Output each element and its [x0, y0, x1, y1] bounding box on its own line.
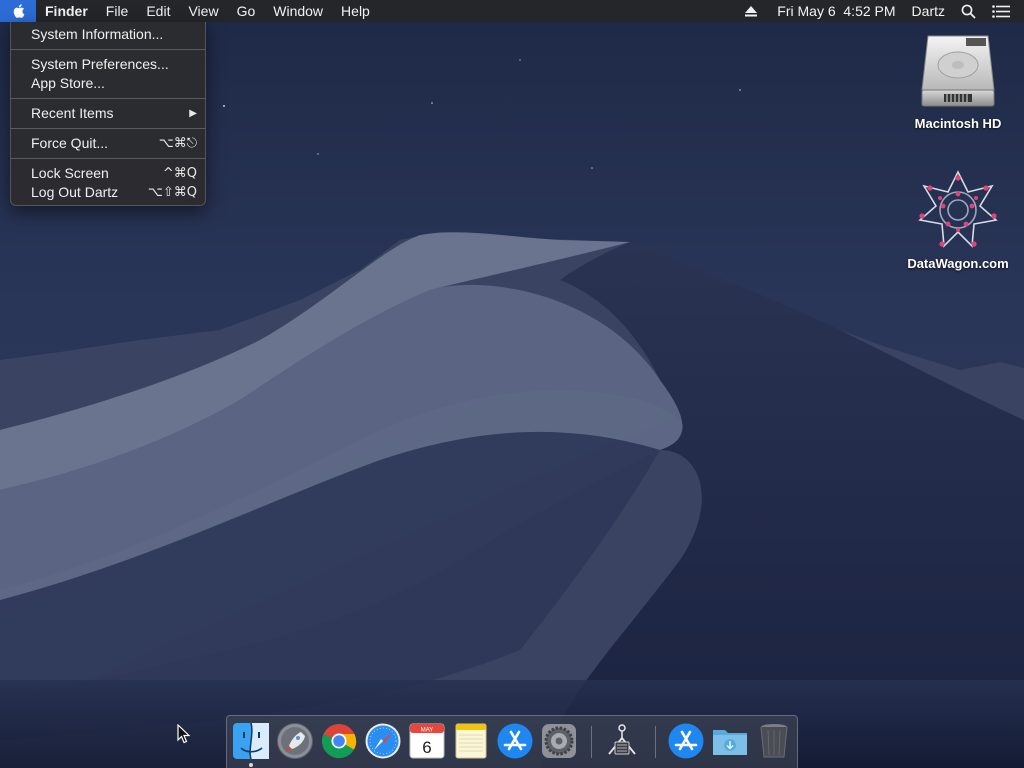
menu-item-system-information[interactable]: System Information...	[11, 25, 205, 44]
finder-icon[interactable]	[232, 722, 270, 760]
menu-item-label: Recent Items	[31, 105, 114, 121]
menu-help[interactable]: Help	[332, 0, 379, 22]
menu-separator	[11, 128, 205, 129]
apple-menu-dropdown: System Information... System Preferences…	[10, 22, 206, 206]
spotlight-search-icon[interactable]	[953, 0, 984, 22]
menu-item-label: Lock Screen	[31, 165, 109, 181]
menu-item-label: System Preferences...	[31, 56, 169, 72]
menu-bar-extras: Fri May 6 4:52 PM Dartz	[737, 0, 1024, 22]
apple-logo-icon	[13, 4, 25, 18]
safari-icon[interactable]	[364, 722, 402, 760]
calendar-day: 6	[422, 738, 431, 757]
menu-item-label: App Store...	[31, 75, 105, 91]
app-store-icon[interactable]	[667, 722, 705, 760]
menu-item-system-preferences[interactable]: System Preferences...	[11, 55, 205, 74]
running-indicator	[249, 763, 253, 767]
menu-edit[interactable]: Edit	[137, 0, 179, 22]
desktop-icon-datawagon[interactable]: DataWagon.com	[903, 170, 1013, 271]
submenu-arrow-icon: ▶	[189, 108, 197, 119]
menu-item-label: Force Quit...	[31, 135, 109, 151]
desktop-icon-label: DataWagon.com	[907, 256, 1009, 271]
menu-item-shortcut: ⌥⇧⌘Q	[147, 185, 197, 200]
app-store-icon[interactable]	[496, 722, 534, 760]
menu-window[interactable]: Window	[264, 0, 332, 22]
chrome-icon[interactable]	[320, 722, 358, 760]
menu-separator	[11, 98, 205, 99]
hard-drive-icon	[921, 35, 995, 107]
desktop-icon-macintosh-hd[interactable]: Macintosh HD	[903, 32, 1013, 131]
menu-view[interactable]: View	[179, 0, 227, 22]
menu-item-label: System Information...	[31, 26, 164, 42]
menu-app-name[interactable]: Finder	[36, 0, 97, 22]
desktop: Finder File Edit View Go Window Help Fri…	[0, 0, 1024, 768]
menu-item-lock-screen[interactable]: Lock Screen ^⌘Q	[11, 164, 205, 183]
notification-center-icon[interactable]	[984, 0, 1024, 22]
menu-go[interactable]: Go	[228, 0, 265, 22]
dock: MAY 6	[226, 715, 798, 768]
dock-separator	[655, 726, 656, 758]
menu-item-recent-items[interactable]: Recent Items ▶	[11, 104, 205, 123]
menu-item-log-out[interactable]: Log Out Dartz ⌥⇧⌘Q	[11, 183, 205, 202]
menu-item-shortcut: ⌥⌘⎋	[158, 136, 197, 151]
dock-separator	[591, 726, 592, 758]
downloads-folder-icon[interactable]	[711, 722, 749, 760]
calendar-month: MAY	[421, 728, 434, 734]
calendar-icon[interactable]: MAY 6	[408, 722, 446, 760]
eject-icon[interactable]	[737, 0, 765, 22]
desktop-icon-label: Macintosh HD	[914, 116, 1002, 131]
apple-menu-button[interactable]	[0, 0, 36, 22]
menu-separator	[11, 158, 205, 159]
menu-separator	[11, 49, 205, 50]
menu-user[interactable]: Dartz	[904, 0, 953, 22]
menu-item-app-store[interactable]: App Store...	[11, 74, 205, 93]
trash-icon[interactable]	[755, 722, 793, 760]
network-utility-icon[interactable]	[603, 722, 641, 760]
menu-file[interactable]: File	[97, 0, 138, 22]
mouse-cursor-icon	[177, 724, 191, 744]
launchpad-icon[interactable]	[276, 722, 314, 760]
system-preferences-icon[interactable]	[540, 722, 578, 760]
datawagon-logo-icon	[918, 170, 998, 248]
menu-item-force-quit[interactable]: Force Quit... ⌥⌘⎋	[11, 134, 205, 153]
menu-clock[interactable]: Fri May 6 4:52 PM	[765, 0, 903, 22]
menu-item-shortcut: ^⌘Q	[162, 166, 197, 181]
notes-icon[interactable]	[452, 722, 490, 760]
menu-bar: Finder File Edit View Go Window Help Fri…	[0, 0, 1024, 22]
menu-item-label: Log Out Dartz	[31, 184, 119, 200]
